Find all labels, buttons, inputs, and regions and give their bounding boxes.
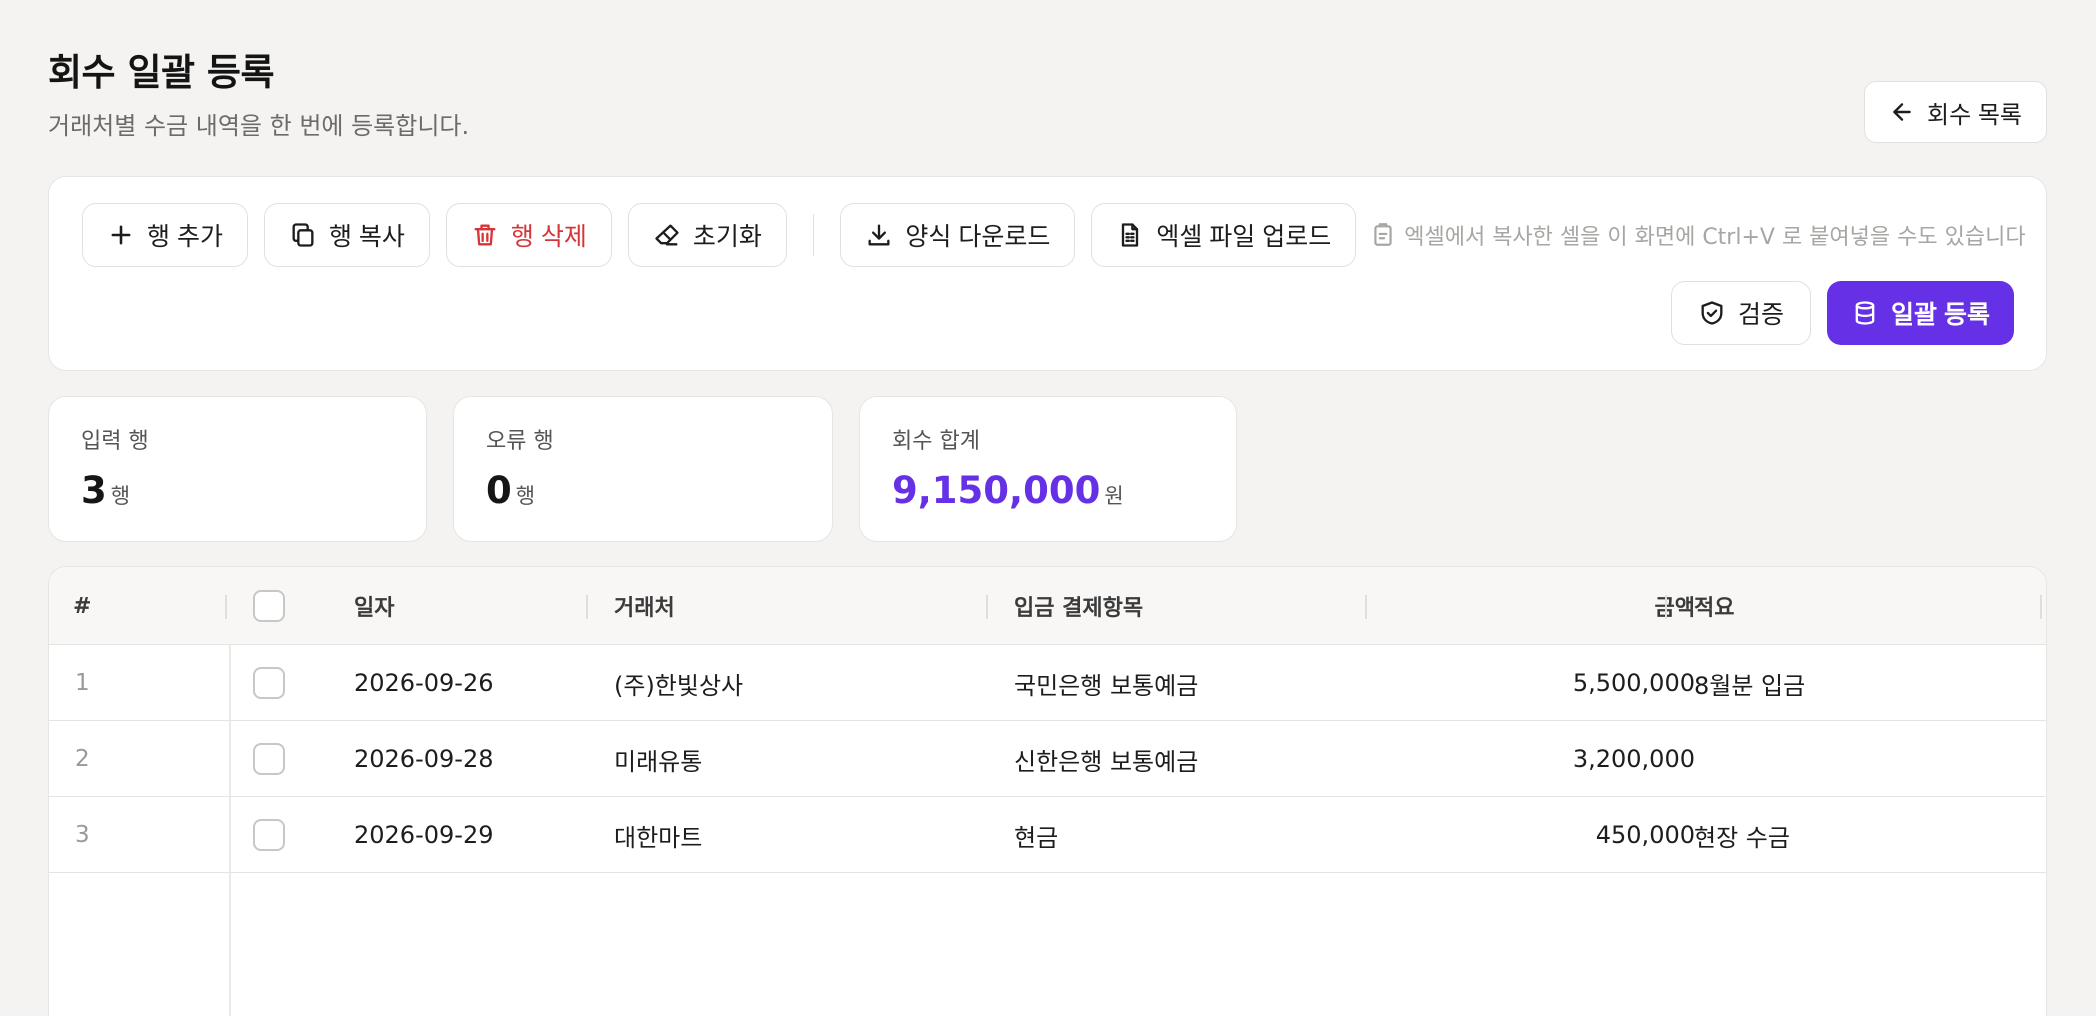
toolbar-divider xyxy=(812,214,815,256)
stat-error-rows-label: 오류 행 xyxy=(486,429,554,454)
eraser-icon xyxy=(655,224,679,246)
stat-input-rows-unit: 행 xyxy=(110,484,131,508)
plus-icon xyxy=(111,225,131,245)
stat-input-rows-value: 3 xyxy=(81,469,107,512)
verify-label: 검증 xyxy=(1738,301,1785,329)
stat-input-rows: 입력 행 3 행 xyxy=(48,396,427,542)
col-resize-handle[interactable] xyxy=(2040,595,2042,619)
clipboard-icon xyxy=(1374,223,1392,246)
row-checkbox[interactable] xyxy=(253,743,285,775)
paste-hint: 엑셀에서 복사한 셀을 이 화면에 Ctrl+V 로 붙여넣을 수도 있습니다 xyxy=(1370,219,2026,251)
row-index: 1 xyxy=(75,670,90,696)
col-header-date: 일자 xyxy=(354,596,395,621)
row-client[interactable]: 미래유통 xyxy=(614,721,702,797)
col-resize-handle[interactable] xyxy=(586,595,588,619)
back-to-list-button[interactable]: 회수 목록 xyxy=(1864,81,2047,143)
upload-excel-label: 엑셀 파일 업로드 xyxy=(1156,223,1332,251)
col-resize-handle[interactable] xyxy=(1665,595,1667,619)
stat-input-rows-label: 입력 행 xyxy=(81,429,149,454)
stat-error-rows-value-row: 0 행 xyxy=(486,469,800,512)
select-all-checkbox[interactable] xyxy=(253,590,285,622)
col-header-memo: 적요 xyxy=(1694,596,1735,621)
col-header-client: 거래처 xyxy=(614,596,675,621)
copy-icon xyxy=(292,223,314,247)
copy-row-button[interactable]: 행 복사 xyxy=(263,203,430,267)
verify-button[interactable]: 검증 xyxy=(1671,281,1812,345)
table-header: # 일자 거래처 입금 결제항목 금액 적요 xyxy=(49,567,2046,645)
action-row: 검증 일괄 등록 xyxy=(1671,281,2014,345)
col-header-amount: 금액 xyxy=(1654,596,1695,621)
row-date[interactable]: 2026-09-26 xyxy=(354,645,493,721)
download-template-button[interactable]: 양식 다운로드 xyxy=(840,203,1076,267)
copy-row-label: 행 복사 xyxy=(328,223,405,251)
stat-input-rows-value-row: 3 행 xyxy=(81,469,394,512)
bulk-submit-label: 일괄 등록 xyxy=(1891,301,1990,329)
shield-check-icon xyxy=(1701,301,1723,325)
stat-error-rows-value: 0 xyxy=(486,469,512,512)
arrow-left-icon xyxy=(1893,103,1911,121)
row-amount[interactable]: 3,200,000 xyxy=(1389,721,1695,797)
col-resize-handle[interactable] xyxy=(986,595,988,619)
download-template-label: 양식 다운로드 xyxy=(905,223,1051,251)
table-row[interactable]: 1 2026-09-26 (주)한빛상사 국민은행 보통예금 5,500,000… xyxy=(49,645,2046,721)
stat-total-label: 회수 합계 xyxy=(892,429,980,454)
row-client[interactable]: (주)한빛상사 xyxy=(614,645,743,721)
stat-total: 회수 합계 9,150,000 원 xyxy=(859,396,1237,542)
row-date[interactable]: 2026-09-28 xyxy=(354,721,493,797)
col-header-payment-item: 입금 결제항목 xyxy=(1014,596,1144,621)
col-header-index: # xyxy=(73,593,92,619)
page: 회수 일괄 등록 거래처별 수금 내역을 한 번에 등록합니다. 회수 목록 행… xyxy=(0,0,2096,1016)
file-spreadsheet-icon xyxy=(1122,223,1139,247)
stat-total-unit: 원 xyxy=(1104,484,1124,508)
row-payment-item[interactable]: 신한은행 보통예금 xyxy=(1014,721,1198,797)
toolbar-card: 행 추가 행 복사 행 삭제 초기화 양식 다운로드 엑셀 파일 업로드 엑셀에… xyxy=(48,176,2047,371)
row-date[interactable]: 2026-09-29 xyxy=(354,797,493,873)
col-resize-handle[interactable] xyxy=(1365,595,1367,619)
row-index: 3 xyxy=(75,822,90,848)
delete-row-button[interactable]: 행 삭제 xyxy=(445,203,612,267)
page-title: 회수 일괄 등록 xyxy=(48,51,275,94)
stat-error-rows: 오류 행 0 행 xyxy=(453,396,833,542)
row-amount[interactable]: 450,000 xyxy=(1389,797,1695,873)
stat-error-rows-unit: 행 xyxy=(515,484,536,508)
row-client[interactable]: 대한마트 xyxy=(614,797,702,873)
row-select-cell xyxy=(253,721,285,797)
row-checkbox[interactable] xyxy=(253,819,285,851)
reset-button[interactable]: 초기화 xyxy=(627,203,787,267)
row-amount[interactable]: 5,500,000 xyxy=(1389,645,1695,721)
table-row[interactable]: 3 2026-09-29 대한마트 현금 450,000 현장 수금 xyxy=(49,797,2046,873)
row-select-cell xyxy=(253,797,285,873)
stat-total-value: 9,150,000 xyxy=(892,469,1101,512)
row-memo[interactable]: 현장 수금 xyxy=(1694,797,1790,873)
row-payment-item[interactable]: 국민은행 보통예금 xyxy=(1014,645,1198,721)
toolbar-row: 행 추가 행 복사 행 삭제 초기화 양식 다운로드 엑셀 파일 업로드 엑셀에… xyxy=(82,203,2026,267)
page-subtitle: 거래처별 수금 내역을 한 번에 등록합니다. xyxy=(48,112,470,140)
bulk-submit-button[interactable]: 일괄 등록 xyxy=(1827,281,2014,345)
add-row-button[interactable]: 행 추가 xyxy=(82,203,248,267)
trash-icon xyxy=(474,224,496,246)
delete-row-label: 행 삭제 xyxy=(510,223,587,251)
reset-label: 초기화 xyxy=(692,223,762,251)
row-checkbox[interactable] xyxy=(253,667,285,699)
paste-hint-text: 엑셀에서 복사한 셀을 이 화면에 Ctrl+V 로 붙여넣을 수도 있습니다 xyxy=(1404,225,2026,250)
add-row-label: 행 추가 xyxy=(147,223,223,251)
row-memo[interactable]: 8월분 입금 xyxy=(1694,645,1805,721)
col-resize-handle[interactable] xyxy=(225,595,227,619)
upload-excel-button[interactable]: 엑셀 파일 업로드 xyxy=(1091,203,1357,267)
back-button-label: 회수 목록 xyxy=(1927,101,2022,129)
row-select-cell xyxy=(253,645,285,721)
row-index: 2 xyxy=(75,746,90,772)
download-icon xyxy=(868,224,890,246)
row-payment-item[interactable]: 현금 xyxy=(1014,797,1058,873)
col-header-select xyxy=(253,567,285,645)
bulk-entry-table: # 일자 거래처 입금 결제항목 금액 적요 1 2026-09-26 (주)한… xyxy=(48,566,2047,1016)
table-row[interactable]: 2 2026-09-28 미래유통 신한은행 보통예금 3,200,000 xyxy=(49,721,2046,797)
database-icon xyxy=(1855,301,1875,325)
stat-total-value-row: 9,150,000 원 xyxy=(892,469,1204,512)
